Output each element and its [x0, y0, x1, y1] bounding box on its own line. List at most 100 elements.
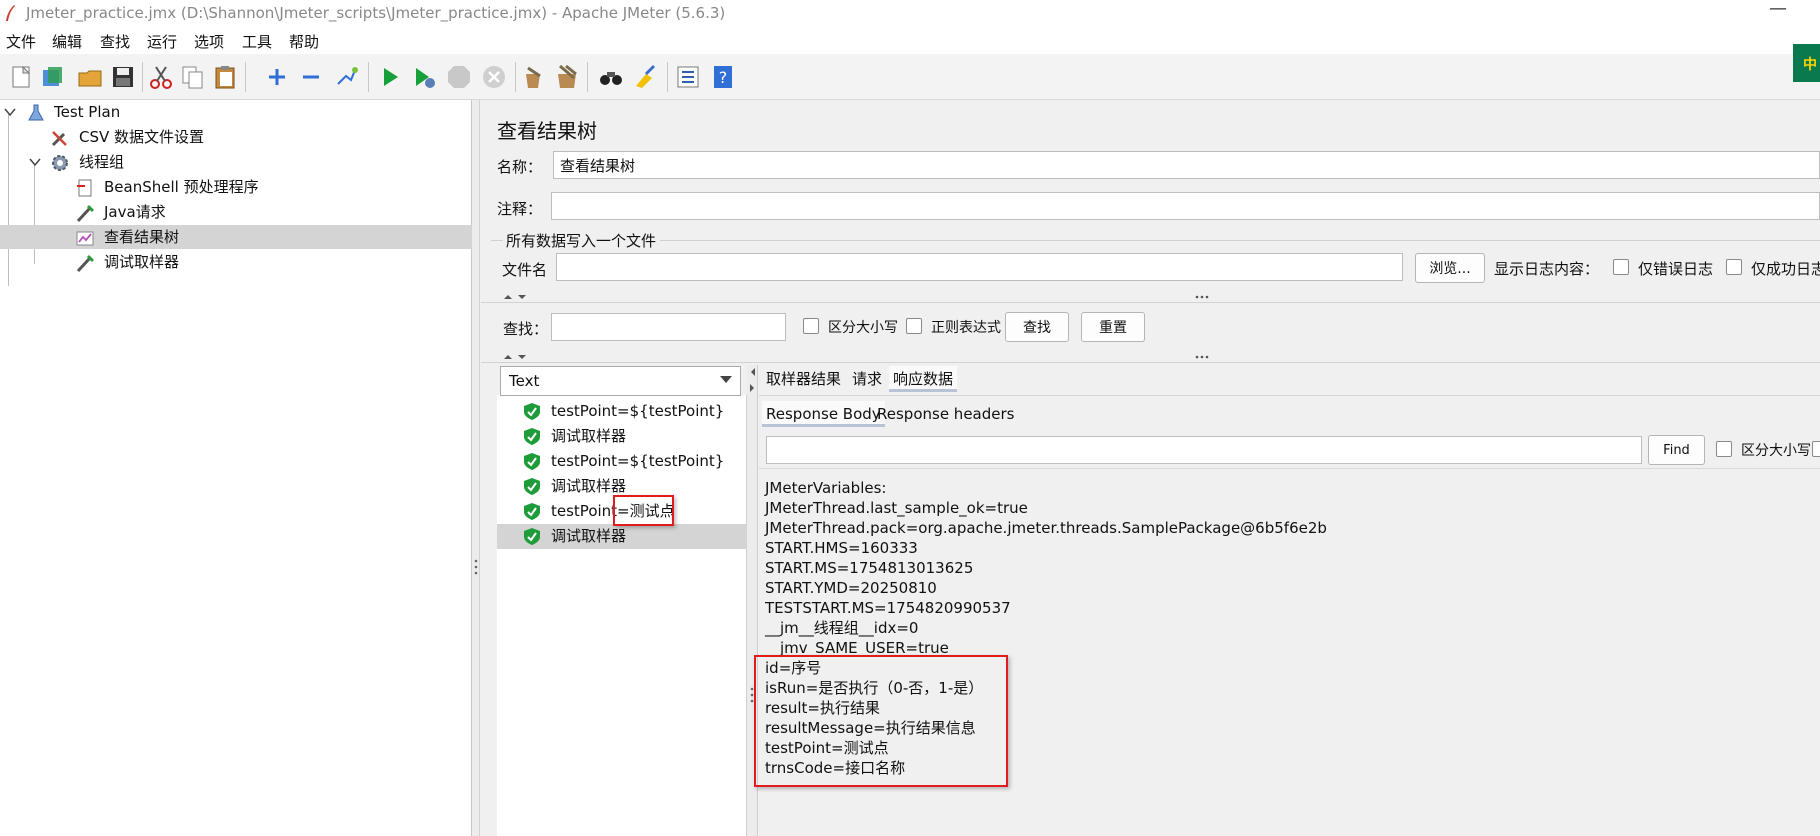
- success-only-checkbox[interactable]: [1726, 259, 1742, 275]
- menu-options[interactable]: 选项: [194, 31, 224, 52]
- menu-run[interactable]: 运行: [147, 31, 177, 52]
- tab-response-data[interactable]: 响应数据: [889, 366, 958, 392]
- subtab-response-body[interactable]: Response Body: [762, 401, 885, 427]
- result-item[interactable]: testPoint=${testPoint}: [497, 399, 747, 424]
- chevron-down-icon[interactable]: [720, 376, 732, 383]
- response-line: JMeterThread.last_sample_ok=true: [765, 499, 1028, 517]
- test-plan-tree: Test Plan CSV 数据文件设置 线程组 BeanShell 预处理程序…: [0, 100, 472, 836]
- menu-search[interactable]: 查找: [100, 31, 130, 52]
- response-line: JMeterThread.pack=org.apache.jmeter.thre…: [765, 519, 1327, 537]
- listener-icon: [76, 231, 94, 246]
- menu-tools[interactable]: 工具: [242, 31, 272, 52]
- log-content-label: 显示日志内容：: [1494, 260, 1600, 278]
- splitter-grip-icon[interactable]: [1194, 354, 1210, 360]
- tree-item-label: Test Plan: [54, 103, 121, 121]
- tab-underline: [759, 395, 1820, 396]
- tab-sampler-result[interactable]: 取样器结果: [762, 366, 845, 392]
- tree-item-label: BeanShell 预处理程序: [104, 178, 259, 196]
- response-line: START.YMD=20250810: [765, 579, 937, 597]
- paste-icon[interactable]: [212, 64, 238, 90]
- tab-request[interactable]: 请求: [848, 366, 886, 392]
- find-button[interactable]: 查找: [1005, 312, 1069, 342]
- response-find-button[interactable]: Find: [1648, 435, 1705, 465]
- search-icon[interactable]: [598, 64, 624, 90]
- renderer-select[interactable]: Text: [500, 366, 741, 396]
- tree-item-beanshell-preprocessor[interactable]: BeanShell 预处理程序: [0, 175, 472, 199]
- response-case-checkbox[interactable]: [1716, 441, 1732, 457]
- minimize-button[interactable]: —: [1764, 0, 1792, 26]
- name-input[interactable]: 查看结果树: [553, 151, 1820, 179]
- splitter-grip-icon[interactable]: [474, 558, 478, 576]
- stop-icon[interactable]: [446, 64, 472, 90]
- start-no-pause-icon[interactable]: [411, 64, 437, 90]
- reset-button[interactable]: 重置: [1081, 312, 1145, 342]
- tree-item-label: 调试取样器: [104, 253, 180, 271]
- sampler-icon: [76, 254, 95, 273]
- tree-splitter[interactable]: [472, 100, 480, 836]
- shutdown-icon[interactable]: [481, 64, 507, 90]
- menu-edit[interactable]: 编辑: [52, 31, 82, 52]
- expand-icon[interactable]: [264, 64, 290, 90]
- comment-input[interactable]: [551, 192, 1820, 220]
- save-icon[interactable]: [110, 64, 136, 90]
- toolbar-separator: [368, 62, 369, 92]
- chevron-down-icon[interactable]: [3, 105, 17, 119]
- tree-item-csv-data-set[interactable]: CSV 数据文件设置: [0, 125, 472, 149]
- subtab-response-headers[interactable]: Response headers: [873, 401, 1018, 427]
- tree-item-debug-sampler[interactable]: 调试取样器: [0, 250, 472, 274]
- menu-file[interactable]: 文件: [6, 31, 36, 52]
- response-case-label: 区分大小写: [1741, 443, 1811, 459]
- tree-item-java-request[interactable]: Java请求: [0, 200, 472, 224]
- new-icon[interactable]: [8, 64, 34, 90]
- collapse-arrows-icon[interactable]: [749, 366, 756, 396]
- help-icon[interactable]: ?: [710, 64, 736, 90]
- search-input[interactable]: [551, 313, 786, 341]
- collapse-icon[interactable]: [298, 64, 324, 90]
- result-item[interactable]: 调试取样器: [497, 424, 747, 449]
- tree-item-thread-group[interactable]: 线程组: [0, 150, 472, 174]
- response-line: TESTSTART.MS=1754820990537: [765, 599, 1011, 617]
- success-shield-icon: [524, 428, 540, 445]
- response-search-input[interactable]: [766, 436, 1642, 464]
- comment-label: 注释：: [497, 200, 543, 218]
- response-regex-checkbox[interactable]: [1812, 441, 1820, 457]
- fieldset-border: [660, 240, 1820, 241]
- cut-icon[interactable]: [148, 64, 174, 90]
- start-icon[interactable]: [377, 64, 403, 90]
- panel-title: 查看结果树: [497, 119, 597, 143]
- success-shield-icon: [524, 403, 540, 420]
- divider-line: [481, 362, 1820, 363]
- result-item-selected[interactable]: 调试取样器: [497, 524, 747, 549]
- clear-all-icon[interactable]: [554, 64, 580, 90]
- menu-bar: 文件 编辑 查找 运行 选项 工具 帮助: [0, 28, 1820, 54]
- case-sensitive-checkbox[interactable]: [803, 318, 819, 334]
- regex-checkbox[interactable]: [906, 318, 922, 334]
- browse-button[interactable]: 浏览...: [1415, 253, 1485, 283]
- collapse-arrows-icon[interactable]: [502, 292, 532, 302]
- menu-help[interactable]: 帮助: [289, 31, 319, 52]
- function-helper-icon[interactable]: [675, 64, 701, 90]
- toolbar-separator: [515, 62, 516, 92]
- chevron-down-icon[interactable]: [28, 155, 42, 169]
- tree-item-test-plan[interactable]: Test Plan: [0, 100, 472, 124]
- success-shield-icon: [524, 478, 540, 495]
- open-icon[interactable]: [77, 64, 103, 90]
- sampler-icon: [76, 204, 95, 223]
- collapse-arrows-icon[interactable]: [502, 352, 532, 362]
- templates-icon[interactable]: [40, 64, 66, 90]
- toggle-icon[interactable]: [333, 64, 359, 90]
- errors-only-checkbox[interactable]: [1613, 259, 1629, 275]
- reset-search-icon[interactable]: [632, 64, 658, 90]
- clear-icon[interactable]: [520, 64, 546, 90]
- tree-item-view-results-tree[interactable]: 查看结果树: [0, 225, 472, 249]
- divider-line: [481, 302, 1820, 303]
- filename-label: 文件名: [502, 261, 548, 279]
- response-line: JMeterVariables:: [765, 479, 887, 497]
- filename-input[interactable]: [556, 253, 1403, 281]
- svg-text:?: ?: [719, 68, 728, 87]
- result-item-label: 调试取样器: [551, 427, 627, 445]
- copy-icon[interactable]: [180, 64, 206, 90]
- result-item[interactable]: testPoint=${testPoint}: [497, 449, 747, 474]
- splitter-grip-icon[interactable]: [1194, 294, 1210, 300]
- response-line: START.HMS=160333: [765, 539, 918, 557]
